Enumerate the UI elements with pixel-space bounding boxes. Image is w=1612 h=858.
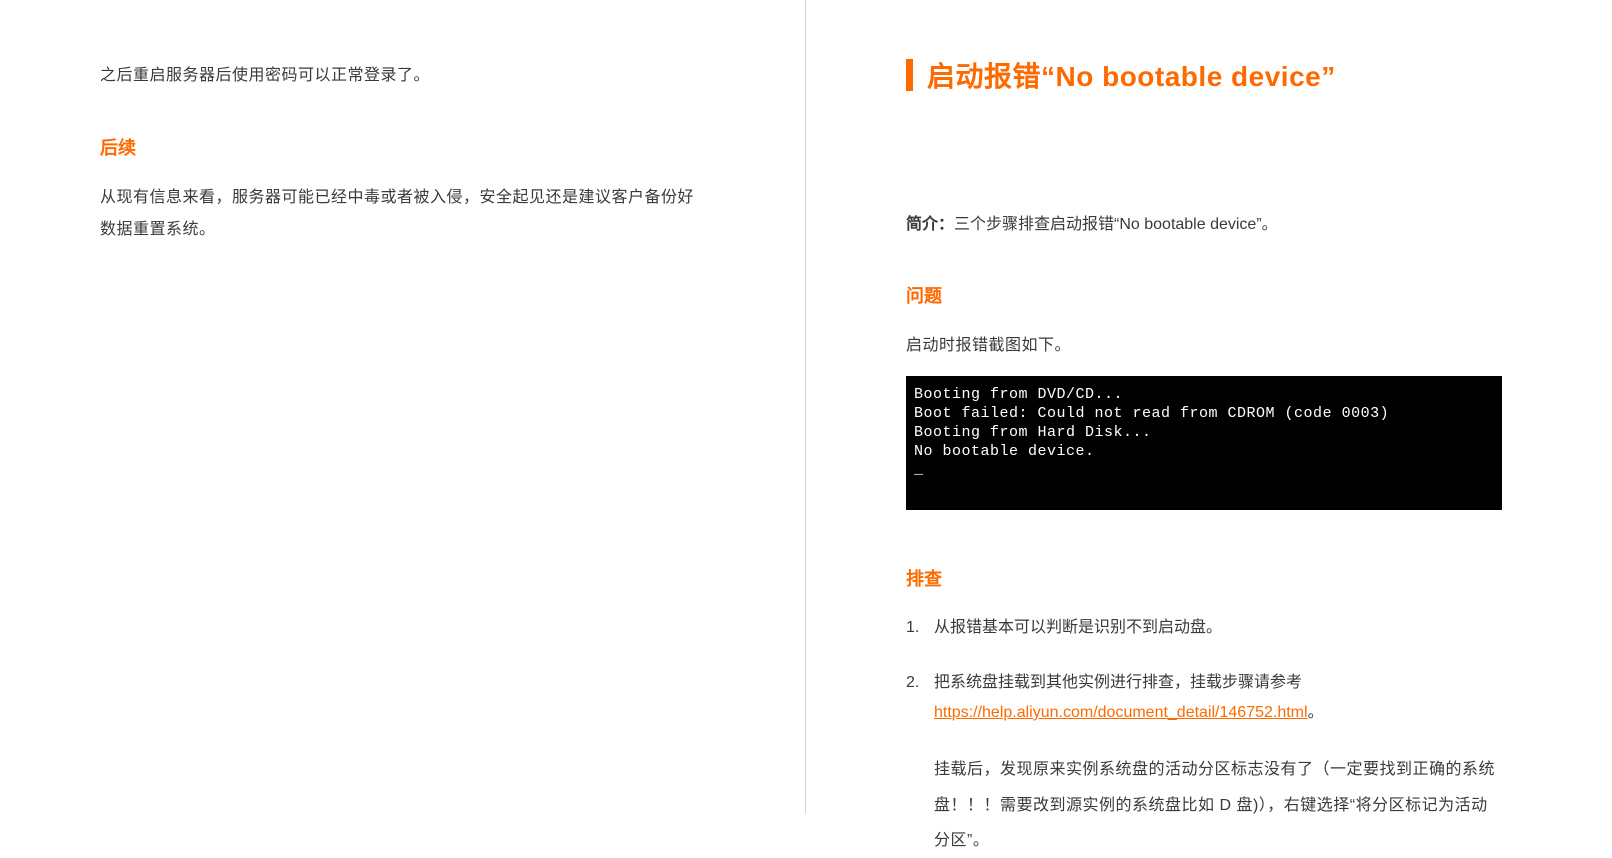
ordered-list: 1. 从报错基本可以判断是识别不到启动盘。 2. 把系统盘挂载到其他实例进行排查… <box>906 613 1502 728</box>
paragraph: 从现有信息来看，服务器可能已经中毒或者被入侵，安全起见还是建议客户备份好数据重置… <box>100 182 695 246</box>
list-number: 1. <box>906 613 919 643</box>
chapter-title: 启动报错“No bootable device” <box>927 55 1336 95</box>
section-heading-problem: 问题 <box>906 282 1502 308</box>
list-item: 2. 把系统盘挂载到其他实例进行排查，挂载步骤请参考 https://help.… <box>906 668 1502 729</box>
paragraph: 启动时报错截图如下。 <box>906 330 1502 362</box>
intro-text: 三个步骤排查启动报错“No bootable device”。 <box>954 216 1278 233</box>
list-item: 1. 从报错基本可以判断是识别不到启动盘。 <box>906 613 1502 643</box>
list-number: 2. <box>906 668 919 698</box>
section-heading-investigate: 排查 <box>906 565 1502 591</box>
chapter-bar-icon <box>906 59 913 91</box>
terminal-screenshot: Booting from DVD/CD... Boot failed: Coul… <box>906 376 1502 510</box>
page-right: 启动报错“No bootable device” 简介：三个步骤排查启动报错“N… <box>806 0 1612 813</box>
list-text-before: 把系统盘挂载到其他实例进行排查，挂载步骤请参考 <box>934 674 1302 691</box>
intro-line: 简介：三个步骤排查启动报错“No bootable device”。 <box>906 210 1502 240</box>
chapter-heading: 启动报错“No bootable device” <box>906 55 1502 95</box>
intro-label: 简介： <box>906 216 954 233</box>
page-left: 之后重启服务器后使用密码可以正常登录了。 后续 从现有信息来看，服务器可能已经中… <box>0 0 806 813</box>
list-text-after: 。 <box>1308 704 1324 721</box>
paragraph: 之后重启服务器后使用密码可以正常登录了。 <box>100 60 695 92</box>
list-text: 从报错基本可以判断是识别不到启动盘。 <box>934 619 1222 636</box>
list-paragraph: 挂载后，发现原来实例系统盘的活动分区标志没有了（一定要找到正确的系统盘！！！需要… <box>906 752 1502 858</box>
section-heading-followup: 后续 <box>100 134 695 160</box>
help-link[interactable]: https://help.aliyun.com/document_detail/… <box>934 704 1308 721</box>
